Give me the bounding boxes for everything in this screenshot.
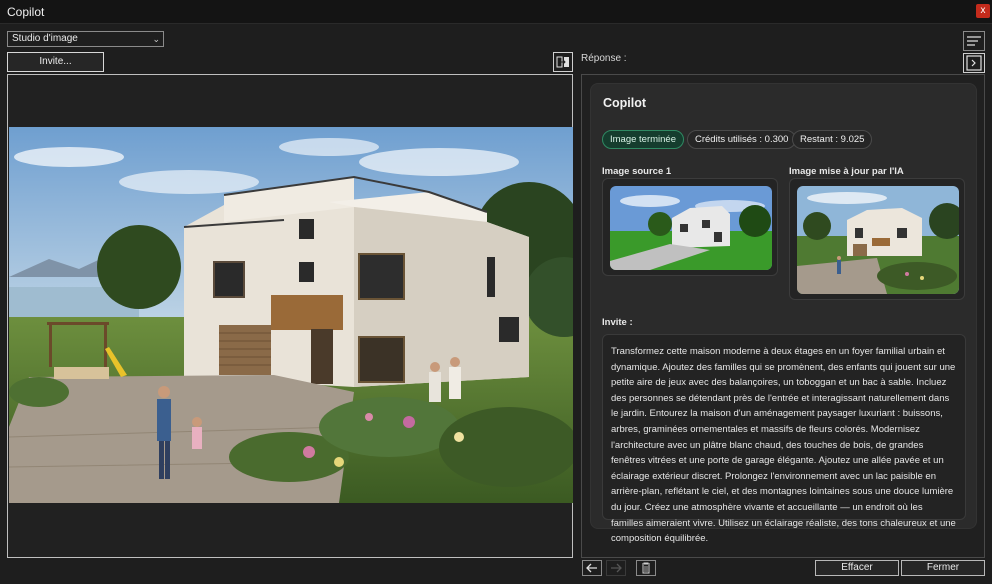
prompt-label: Invite : — [602, 317, 633, 328]
credits-badge: Crédits utilisés : 0.300 — [687, 130, 797, 149]
response-label: Réponse : — [581, 53, 627, 64]
sort-button[interactable] — [963, 31, 985, 51]
source-image-label: Image source 1 — [602, 166, 672, 177]
ai-updated-image — [797, 186, 959, 294]
chevron-down-icon: ⌄ — [152, 34, 160, 44]
close-window-button[interactable]: x — [976, 4, 990, 18]
back-button[interactable] — [582, 560, 602, 576]
trash-icon — [642, 562, 650, 574]
arrow-right-icon — [611, 563, 622, 573]
sort-lines-icon — [967, 36, 981, 46]
image-preview — [7, 74, 573, 558]
window-title: Copilot — [7, 5, 45, 19]
card-title: Copilot — [603, 96, 647, 110]
delete-button[interactable] — [636, 560, 656, 576]
compare-swap-icon — [556, 56, 569, 68]
panel-collapse-icon — [966, 55, 982, 71]
mode-dropdown-value: Studio d'image — [12, 33, 78, 44]
response-panel: Copilot Image terminée Crédits utilisés … — [581, 74, 985, 558]
remaining-badge: Restant : 9.025 — [792, 130, 873, 149]
compare-swap-button[interactable] — [553, 52, 573, 72]
panel-collapse-button[interactable] — [963, 53, 985, 73]
invite-button[interactable]: Invite... — [7, 52, 104, 72]
close-button[interactable]: Fermer — [901, 560, 985, 576]
clear-button[interactable]: Effacer — [815, 560, 899, 576]
source-image — [610, 186, 772, 270]
response-card: Copilot Image terminée Crédits utilisés … — [590, 83, 977, 544]
source-image-thumbnail[interactable] — [602, 178, 778, 276]
ai-image-label: Image mise à jour par l'IA — [789, 166, 904, 177]
generated-house-image — [9, 127, 573, 503]
title-bar: Copilot x — [0, 0, 992, 24]
mode-dropdown[interactable]: Studio d'image ⌄ — [7, 31, 164, 47]
arrow-left-icon — [586, 563, 597, 573]
prompt-text: Transformez cette maison moderne à deux … — [602, 334, 966, 544]
status-badge: Image terminée — [602, 130, 685, 149]
ai-image-thumbnail[interactable] — [789, 178, 965, 300]
forward-button[interactable] — [606, 560, 626, 576]
